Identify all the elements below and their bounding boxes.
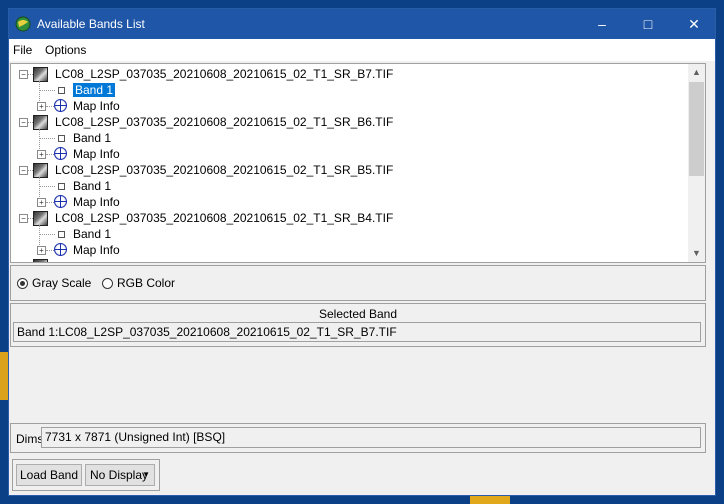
available-bands-window: Available Bands List – □ ✕ File Options …: [8, 8, 716, 496]
globe-icon: [54, 147, 67, 160]
expand-toggle-icon[interactable]: +: [37, 102, 46, 111]
gray-scale-label[interactable]: Gray Scale: [32, 276, 91, 290]
image-file-icon: [33, 259, 48, 262]
load-band-button[interactable]: Load Band: [16, 464, 82, 486]
tree-mapinfo-row[interactable]: + Map Info: [11, 242, 681, 258]
tree-connector: [39, 234, 55, 236]
collapse-toggle-icon[interactable]: −: [19, 118, 28, 127]
dims-panel: Dims 7731 x 7871 (Unsigned Int) [BSQ]: [10, 423, 706, 453]
tree-scrollbar[interactable]: ▲ ▼: [688, 64, 705, 262]
tree-file-row[interactable]: − LC08_L2SP_037035_20210608_20210615_02_…: [11, 210, 681, 226]
app-globe-icon: [15, 16, 31, 32]
tree-connector: [39, 186, 55, 188]
tree-mapinfo-label[interactable]: Map Info: [73, 195, 120, 209]
desktop-background-shape: [470, 496, 510, 504]
selected-band-header: Selected Band: [318, 307, 398, 321]
tree-connector: [39, 138, 55, 140]
tree-file-label[interactable]: LC08_L2SP_037035_20210608_20210615_02_T1…: [55, 115, 393, 129]
tree-connector: [46, 154, 54, 156]
tree-connector: [46, 250, 54, 252]
band-leaf-icon: [58, 231, 65, 238]
expand-toggle-icon[interactable]: +: [37, 246, 46, 255]
image-file-icon: [33, 163, 48, 178]
collapse-toggle-icon[interactable]: −: [19, 70, 28, 79]
tree-connector: [46, 106, 54, 108]
rgb-color-radio[interactable]: [102, 278, 113, 289]
menu-bar: File Options: [9, 39, 715, 62]
menu-file[interactable]: File: [13, 43, 32, 57]
desktop-background: [0, 352, 8, 400]
scroll-thumb[interactable]: [689, 82, 704, 176]
tree-band-label[interactable]: Band 1: [73, 131, 111, 145]
globe-icon: [54, 243, 67, 256]
globe-icon: [54, 195, 67, 208]
tree-mapinfo-row[interactable]: + Map Info: [11, 146, 681, 162]
title-bar[interactable]: Available Bands List – □ ✕: [9, 9, 715, 39]
tree-file-label[interactable]: LC08_L2SP_037035_20210608_20210615_02_T1…: [55, 163, 393, 177]
image-file-icon: [33, 211, 48, 226]
globe-icon: [54, 99, 67, 112]
dropdown-arrow-icon: ▼: [142, 470, 150, 479]
dims-label: Dims: [16, 432, 44, 446]
tree-file-label[interactable]: LC08_L2SP_037035_20210608_20210615_02_T1…: [55, 211, 393, 225]
tree-file-label[interactable]: LC08_L2SP_037035_20210608_20210615_02_T1…: [55, 67, 393, 81]
tree-mapinfo-row[interactable]: + Map Info: [11, 194, 681, 210]
rgb-color-label[interactable]: RGB Color: [117, 276, 175, 290]
menu-options[interactable]: Options: [45, 43, 86, 57]
tree-file-row[interactable]: − LC08_L2SP_037035_20210608_20210615_02_…: [11, 162, 681, 178]
tree-band-label[interactable]: Band 1: [73, 227, 111, 241]
bands-tree[interactable]: − LC08_L2SP_037035_20210608_20210615_02_…: [10, 63, 706, 263]
tree-mapinfo-label[interactable]: Map Info: [73, 99, 120, 113]
image-file-icon: [33, 67, 48, 82]
tree-band-row[interactable]: Band 1: [11, 178, 681, 194]
tree-connector: [46, 202, 54, 204]
display-mode-panel: Gray Scale RGB Color: [10, 265, 706, 301]
tree-band-row[interactable]: Band 1: [11, 82, 681, 98]
tree-band-label[interactable]: Band 1: [71, 82, 117, 98]
dims-field: 7731 x 7871 (Unsigned Int) [BSQ]: [41, 427, 701, 448]
scroll-down-arrow-icon[interactable]: ▼: [688, 245, 705, 262]
band-leaf-icon: [58, 135, 65, 142]
tree-band-row[interactable]: Band 1: [11, 130, 681, 146]
band-leaf-icon: [58, 183, 65, 190]
footer-panel: Load Band No Display ▼: [12, 459, 160, 491]
collapse-toggle-icon[interactable]: −: [19, 166, 28, 175]
tree-band-label[interactable]: Band 1: [73, 179, 111, 193]
tree-mapinfo-label[interactable]: Map Info: [73, 147, 120, 161]
tree-file-row[interactable]: − LC08_L2SP_037035_20210608_20210615_02_…: [11, 114, 681, 130]
tree-file-row-partial[interactable]: [11, 258, 681, 262]
selected-band-field: Band 1:LC08_L2SP_037035_20210608_2021061…: [13, 322, 701, 342]
image-file-icon: [33, 115, 48, 130]
window-title: Available Bands List: [37, 17, 145, 31]
tree-mapinfo-label[interactable]: Map Info: [73, 243, 120, 257]
close-button[interactable]: ✕: [671, 9, 717, 39]
collapse-toggle-icon[interactable]: −: [19, 214, 28, 223]
tree-connector: [39, 90, 55, 92]
expand-toggle-icon[interactable]: +: [37, 198, 46, 207]
gray-scale-radio[interactable]: [17, 278, 28, 289]
expand-toggle-icon[interactable]: +: [37, 150, 46, 159]
selected-band-panel: Selected Band Band 1:LC08_L2SP_037035_20…: [10, 303, 706, 347]
display-dropdown[interactable]: No Display ▼: [85, 464, 155, 486]
maximize-button[interactable]: □: [625, 9, 671, 39]
tree-band-row[interactable]: Band 1: [11, 226, 681, 242]
scroll-up-arrow-icon[interactable]: ▲: [688, 64, 705, 81]
minimize-button[interactable]: –: [579, 9, 625, 39]
display-dropdown-value: No Display: [90, 468, 149, 482]
tree-file-row[interactable]: − LC08_L2SP_037035_20210608_20210615_02_…: [11, 66, 681, 82]
band-leaf-icon: [58, 87, 65, 94]
tree-mapinfo-row[interactable]: + Map Info: [11, 98, 681, 114]
